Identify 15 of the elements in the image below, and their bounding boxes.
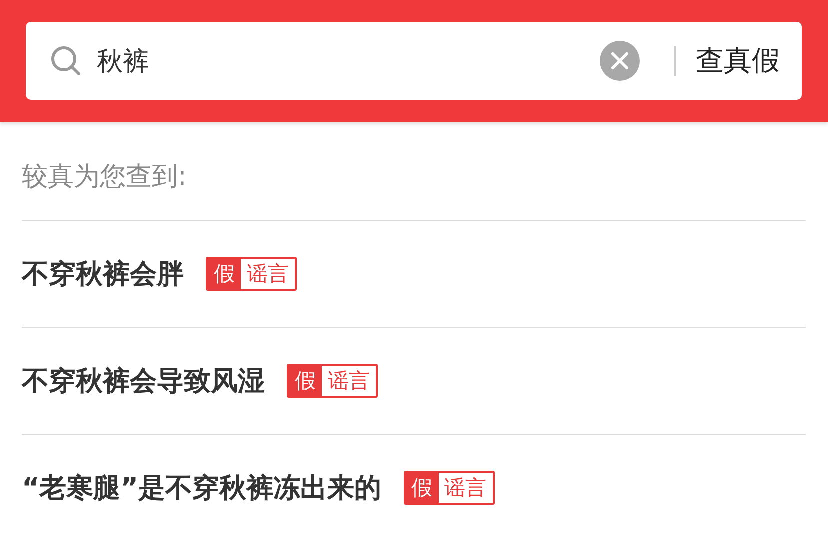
verdict-label: 假 — [406, 473, 438, 503]
verdict-label: 假 — [208, 259, 241, 289]
search-icon — [50, 45, 82, 77]
search-query: 秋裤 — [97, 46, 150, 78]
result-title[interactable]: 不穿秋裤会胖 — [22, 256, 184, 292]
tag-label: 谣言 — [327, 368, 371, 395]
tag-label: 谣言 — [246, 261, 290, 288]
search-field[interactable]: 秋裤 查真假 — [26, 22, 802, 100]
clear-icon[interactable] — [600, 41, 640, 81]
results-heading: 较真为您查到: — [22, 122, 806, 221]
verdict-label: 假 — [289, 366, 322, 396]
result-title[interactable]: 不穿秋裤会导致风湿 — [22, 363, 265, 399]
result-title[interactable]: “老寒腿”是不穿秋裤冻出来的 — [22, 470, 382, 506]
tag-label: 谣言 — [444, 475, 488, 502]
check-button[interactable]: 查真假 — [696, 42, 780, 80]
